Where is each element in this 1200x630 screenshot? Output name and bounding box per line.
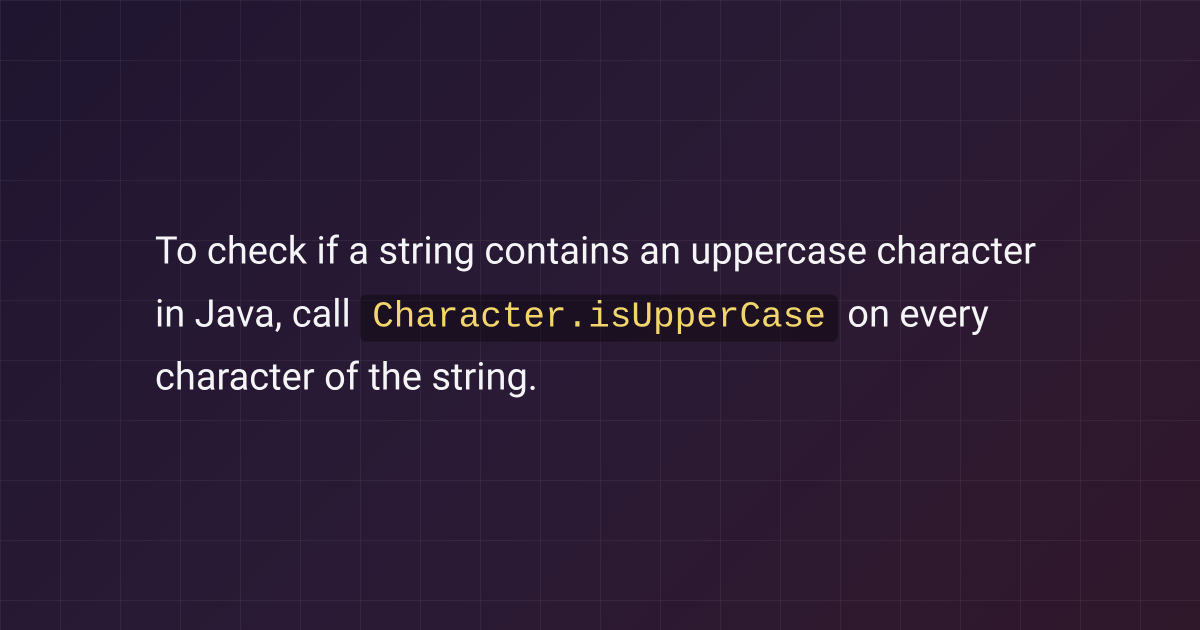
description-text: To check if a string contains an upperca… <box>155 221 1045 410</box>
code-snippet: Character.isUpperCase <box>360 294 838 341</box>
